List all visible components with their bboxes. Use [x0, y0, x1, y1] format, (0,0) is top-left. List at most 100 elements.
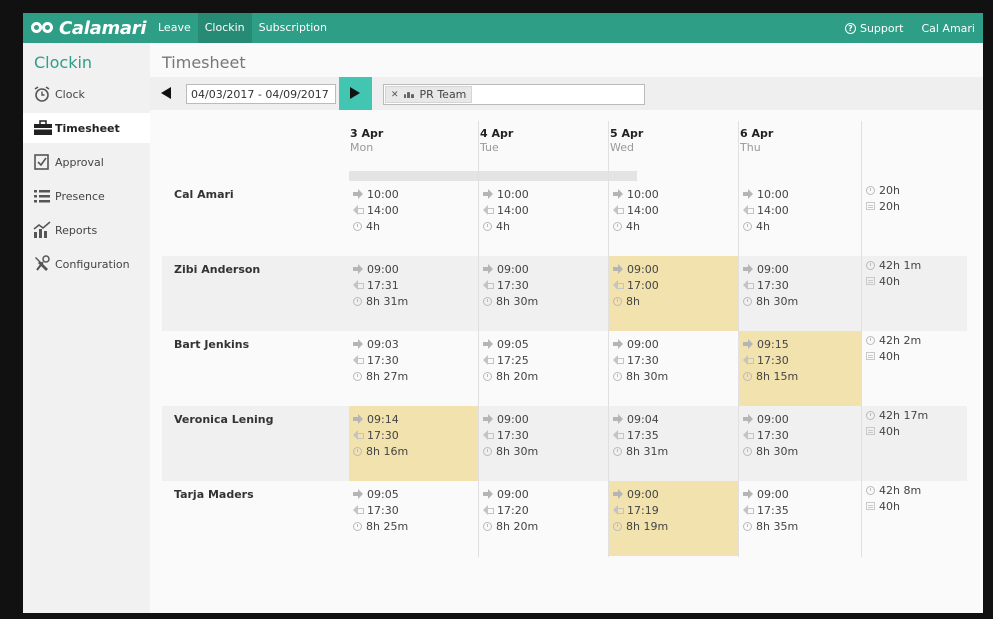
clock-in-time: 09:00 — [757, 487, 789, 501]
worked-duration: 8h 19m — [626, 519, 669, 533]
worked-duration-line: 4h — [743, 219, 770, 233]
sidebar-item-approval[interactable]: Approval — [23, 147, 150, 177]
worked-duration-line: 4h — [613, 219, 640, 233]
time-cell[interactable]: 09:15 17:30 8h 15m — [739, 331, 861, 406]
time-cell[interactable]: 09:00 17:20 8h 20m — [479, 481, 608, 556]
clock-out-time: 17:20 — [497, 503, 529, 517]
sidebar-item-presence[interactable]: Presence — [23, 181, 150, 211]
clock-in-time: 10:00 — [497, 187, 529, 201]
worked-duration-line: 8h 30m — [483, 444, 538, 458]
user-menu[interactable]: Cal Amari — [921, 22, 975, 35]
time-cell[interactable]: 09:05 17:30 8h 25m — [349, 481, 478, 556]
worked-duration-line: 8h 16m — [353, 444, 408, 458]
clock-out-time: 17:31 — [367, 278, 399, 292]
clock-out-time-line: 17:00 — [613, 278, 659, 292]
sidebar-item-label: Timesheet — [55, 121, 120, 135]
team-icon — [403, 91, 414, 98]
row-summary: 42h 17m 40h — [862, 406, 967, 481]
expected-hours-line: 40h — [866, 499, 900, 513]
time-cell[interactable]: 10:00 14:00 4h — [479, 181, 608, 256]
clock-out-time-line: 14:00 — [483, 203, 529, 217]
clock-in-arrow-icon — [483, 264, 493, 274]
clock-out-time: 17:30 — [497, 428, 529, 442]
header-right: ? Support Cal Amari — [844, 13, 975, 43]
time-cell[interactable]: 09:00 17:30 8h 30m — [479, 256, 608, 331]
expected-hours-line: 20h — [866, 199, 900, 213]
time-cell[interactable]: 10:00 14:00 4h — [739, 181, 861, 256]
clock-in-arrow-icon — [353, 189, 363, 199]
time-cell[interactable]: 09:00 17:30 8h 30m — [609, 331, 738, 406]
sidebar-item-timesheet[interactable]: Timesheet — [23, 113, 151, 143]
time-cell[interactable]: 09:00 17:19 8h 19m — [609, 481, 738, 556]
checkbox-icon — [33, 153, 51, 171]
time-cell[interactable]: 09:00 17:30 8h 30m — [739, 256, 861, 331]
worked-duration: 8h 30m — [756, 444, 799, 458]
clock-in-time-line: 09:00 — [353, 262, 399, 276]
clock-out-time: 17:25 — [497, 353, 529, 367]
total-worked-line: 42h 1m — [866, 258, 921, 272]
clock-out-time: 17:30 — [367, 503, 399, 517]
time-cell[interactable]: 09:00 17:35 8h 35m — [739, 481, 861, 556]
logo[interactable]: Calamari — [31, 17, 147, 39]
worked-duration: 8h 30m — [626, 369, 669, 383]
clock-in-time-line: 09:14 — [353, 412, 399, 426]
expected-hours-line: 40h — [866, 349, 900, 363]
time-cell[interactable]: 09:00 17:30 8h 30m — [739, 406, 861, 481]
clock-out-arrow-icon — [613, 430, 624, 440]
support-link[interactable]: ? Support — [844, 22, 903, 35]
next-week-button[interactable] — [339, 77, 372, 110]
clock-in-time-line: 09:00 — [483, 412, 529, 426]
clock-in-arrow-icon — [613, 489, 623, 499]
duration-clock-icon — [353, 296, 362, 306]
employee-name[interactable]: Veronica Lening — [174, 413, 274, 426]
calendar-icon — [866, 277, 875, 285]
worked-duration: 4h — [496, 219, 510, 233]
time-cell[interactable]: 09:03 17:30 8h 27m — [349, 331, 478, 406]
clock-in-time-line: 09:00 — [743, 487, 789, 501]
remove-tag-icon[interactable]: ✕ — [391, 90, 399, 100]
time-cell[interactable]: 09:04 17:35 8h 31m — [609, 406, 738, 481]
time-cell[interactable]: 10:00 14:00 4h — [349, 181, 478, 256]
duration-clock-icon — [613, 446, 622, 456]
sidebar-item-reports[interactable]: Reports — [23, 215, 150, 245]
previous-week-button[interactable] — [161, 87, 171, 99]
employee-name[interactable]: Bart Jenkins — [174, 338, 249, 351]
clock-out-time: 17:00 — [627, 278, 659, 292]
nav-leave[interactable]: Leave — [151, 13, 198, 43]
day-header: 6 Apr Thu — [740, 121, 860, 171]
worked-duration: 4h — [366, 219, 380, 233]
calendar-icon — [866, 427, 875, 435]
team-filter-input[interactable]: ✕ PR Team — [383, 84, 645, 105]
sidebar-item-clock[interactable]: Clock — [23, 79, 150, 109]
clock-out-arrow-icon — [613, 355, 624, 365]
chart-icon — [33, 221, 51, 239]
clock-out-time-line: 17:30 — [613, 353, 659, 367]
clock-out-arrow-icon — [483, 430, 494, 440]
time-cell[interactable]: 09:00 17:31 8h 31m — [349, 256, 478, 331]
time-cell[interactable]: 09:00 17:30 8h 30m — [479, 406, 608, 481]
total-worked-line: 42h 8m — [866, 483, 921, 497]
employee-name[interactable]: Cal Amari — [174, 188, 234, 201]
nav-clockin[interactable]: Clockin — [197, 13, 252, 43]
clock-out-arrow-icon — [483, 205, 494, 215]
nav-subscription[interactable]: Subscription — [252, 13, 334, 43]
clock-in-arrow-icon — [613, 264, 623, 274]
clock-out-time-line: 17:30 — [483, 278, 529, 292]
clock-in-time-line: 10:00 — [353, 187, 399, 201]
duration-clock-icon — [866, 485, 875, 495]
clock-out-arrow-icon — [743, 205, 754, 215]
sidebar-item-configuration[interactable]: Configuration — [23, 249, 150, 279]
day-weekday: Wed — [610, 141, 634, 154]
date-range-input[interactable] — [186, 84, 336, 104]
time-cell[interactable]: 09:05 17:25 8h 20m — [479, 331, 608, 406]
time-cell[interactable]: 09:14 17:30 8h 16m — [349, 406, 478, 481]
clock-out-time-line: 17:30 — [483, 428, 529, 442]
employee-name[interactable]: Zibi Anderson — [174, 263, 260, 276]
time-cell[interactable]: 10:00 14:00 4h — [609, 181, 738, 256]
clock-in-time: 09:14 — [367, 412, 399, 426]
day-date: 5 Apr — [610, 127, 644, 140]
duration-clock-icon — [483, 221, 492, 231]
time-cell[interactable]: 09:00 17:00 8h — [609, 256, 738, 331]
employee-name[interactable]: Tarja Maders — [174, 488, 254, 501]
clock-in-time: 09:00 — [627, 337, 659, 351]
